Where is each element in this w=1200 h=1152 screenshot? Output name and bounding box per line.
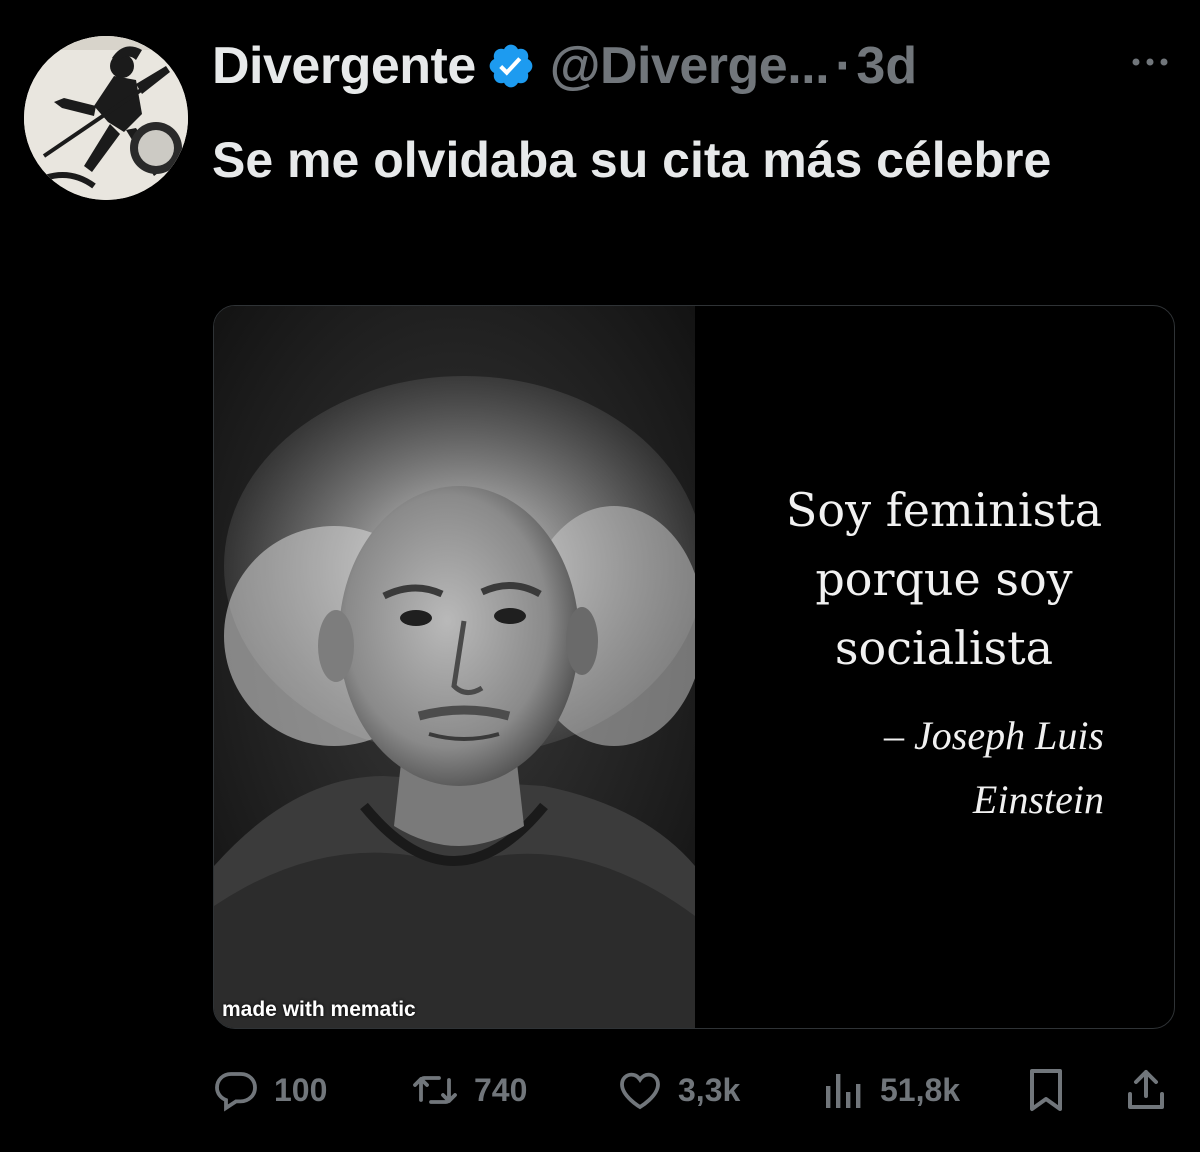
reply-button[interactable]: 100 — [212, 1060, 327, 1120]
display-name[interactable]: Divergente — [212, 36, 476, 96]
quote-text: Soy feminista porque soy socialista — [785, 483, 1103, 675]
retweet-button[interactable]: 740 — [410, 1060, 527, 1120]
verified-badge-icon — [489, 44, 533, 88]
avatar[interactable] — [24, 36, 188, 200]
tweet-header: Divergente @Diverge... · 3d — [212, 34, 917, 98]
reply-count: 100 — [274, 1071, 328, 1108]
separator-dot: · — [835, 37, 853, 95]
views-button[interactable]: 51,8k — [822, 1060, 960, 1120]
share-button[interactable] — [1124, 1060, 1168, 1120]
retweet-count: 740 — [474, 1071, 528, 1108]
portrait-photo: made with mematic — [214, 306, 695, 1028]
retweet-icon — [413, 1076, 457, 1104]
reply-icon — [215, 1072, 257, 1112]
quote-attribution: – Joseph Luis Einstein — [774, 704, 1104, 832]
like-count: 3,3k — [678, 1071, 741, 1108]
portrait-image — [214, 306, 695, 1028]
tweet-media[interactable]: made with mematic Soy feminista porque s… — [213, 305, 1175, 1029]
heart-icon — [620, 1072, 660, 1110]
action-bar: 100 740 3,3k 51,8k — [212, 1060, 1172, 1120]
attribution-line-1: – Joseph Luis — [884, 713, 1104, 758]
views-count: 51,8k — [880, 1071, 961, 1108]
more-options-icon[interactable] — [1126, 50, 1174, 74]
views-chart-icon — [826, 1074, 861, 1108]
watermark: made with mematic — [222, 998, 416, 1021]
tweet-text: Se me olvidaba su cita más célebre — [212, 132, 1052, 188]
timestamp[interactable]: 3d — [856, 36, 917, 96]
attribution-line-2: Einstein — [972, 777, 1104, 822]
bookmark-button[interactable] — [1024, 1060, 1068, 1120]
avatar-greek-warrior-image — [24, 36, 188, 200]
tweet: Divergente @Diverge... · 3d Se me olvida… — [0, 0, 1200, 1152]
handle[interactable]: @Diverge... — [550, 36, 830, 96]
bookmark-icon — [1030, 1069, 1062, 1111]
like-button[interactable]: 3,3k — [616, 1060, 740, 1120]
share-icon — [1128, 1070, 1164, 1109]
